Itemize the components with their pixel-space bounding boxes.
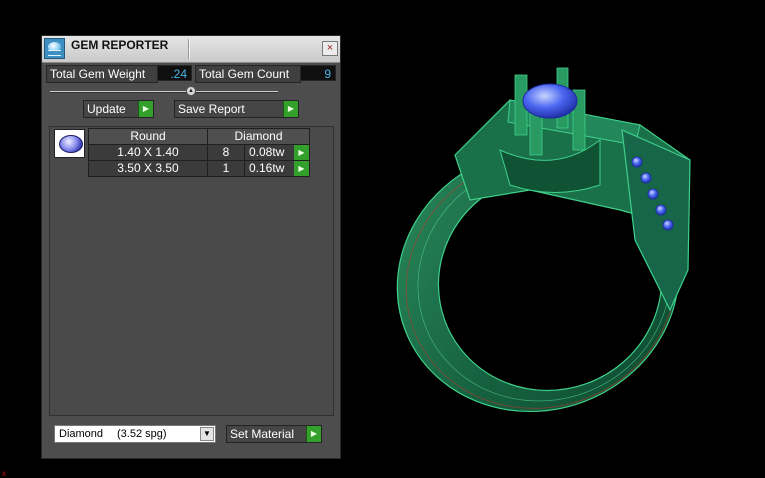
total-gem-weight-label: Total Gem Weight: [46, 65, 158, 83]
ring-3d-viewport[interactable]: [360, 60, 765, 478]
row-play-icon[interactable]: ▶: [294, 161, 309, 176]
gem-size-cell: 1.40 X 1.40: [88, 144, 208, 161]
update-play-icon: ▶: [138, 101, 153, 117]
gem-list-area: Round Diamond 1.40 X 1.40 8 0.08tw ▶ 3.5…: [49, 126, 334, 416]
gem-reporter-app-icon: [44, 38, 65, 59]
gem-weight-text: 0.16tw: [249, 161, 285, 175]
total-gem-count-label: Total Gem Count: [195, 65, 301, 83]
save-report-play-icon: ▶: [283, 101, 298, 117]
material-select[interactable]: Diamond (3.52 spg) ▼: [54, 425, 216, 443]
gem-size-cell: 3.50 X 3.50: [88, 160, 208, 177]
update-button-label: Update: [87, 102, 126, 116]
set-material-play-icon: ▶: [306, 426, 321, 442]
update-button[interactable]: Update ▶: [83, 100, 154, 118]
table-header-row: Round Diamond: [88, 128, 310, 145]
gem-table: Round Diamond 1.40 X 1.40 8 0.08tw ▶ 3.5…: [88, 128, 310, 177]
column-header-material: Diamond: [207, 128, 310, 145]
gem-count-cell: 8: [207, 144, 245, 161]
gem-reporter-panel: GEM REPORTER × Total Gem Weight .24 Tota…: [41, 35, 341, 459]
total-gem-count-value: 9: [300, 65, 336, 81]
title-divider: [188, 39, 190, 59]
set-material-button-label: Set Material: [230, 427, 295, 441]
save-report-button[interactable]: Save Report ▶: [174, 100, 299, 118]
slider-track[interactable]: [50, 91, 278, 93]
column-header-shape: Round: [88, 128, 208, 145]
save-report-button-label: Save Report: [178, 102, 245, 116]
total-gem-weight-value: .24: [157, 65, 192, 81]
gem-weight-cell: 0.16tw ▶: [244, 160, 310, 177]
ring-model: [396, 67, 691, 413]
row-play-icon[interactable]: ▶: [294, 145, 309, 160]
slider-thumb[interactable]: ▲: [186, 86, 196, 96]
round-stone-icon: [59, 135, 83, 153]
gem-weight-cell: 0.08tw ▶: [244, 144, 310, 161]
close-button[interactable]: ×: [322, 41, 338, 56]
gem-count-cell: 1: [207, 160, 245, 177]
material-name: Diamond: [59, 428, 104, 440]
table-row[interactable]: 3.50 X 3.50 1 0.16tw ▶: [88, 160, 310, 177]
set-material-button[interactable]: Set Material ▶: [226, 425, 322, 443]
window-title: GEM REPORTER: [71, 38, 169, 52]
center-stone: [522, 83, 578, 119]
gem-weight-text: 0.08tw: [249, 145, 285, 159]
table-row[interactable]: 1.40 X 1.40 8 0.08tw ▶: [88, 144, 310, 161]
material-spg: (3.52 spg): [117, 428, 167, 440]
chevron-down-icon[interactable]: ▼: [200, 427, 214, 441]
title-bar[interactable]: GEM REPORTER ×: [42, 36, 340, 63]
round-gem-thumbnail[interactable]: [54, 129, 85, 158]
status-error-mark: x: [2, 469, 6, 478]
